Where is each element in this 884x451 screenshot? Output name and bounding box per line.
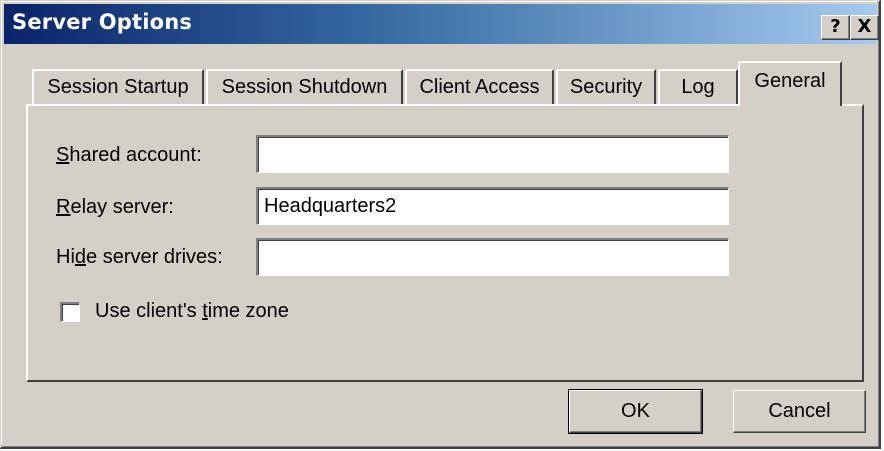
tab-log[interactable]: Log <box>658 69 738 105</box>
label-text: Hi <box>56 246 75 268</box>
ok-button[interactable]: OK <box>568 389 703 434</box>
relay-server-input[interactable]: Headquarters2 <box>256 187 729 225</box>
mnemonic: S <box>56 144 70 166</box>
help-button[interactable]: ? <box>821 15 850 40</box>
use-client-time-zone-checkbox[interactable] <box>60 302 80 322</box>
tab-label: General <box>754 70 826 92</box>
tab-label: Security <box>569 76 643 98</box>
hide-server-drives-label: Hide server drives: <box>56 246 223 269</box>
tab-security[interactable]: Security <box>556 69 656 105</box>
tab-label: Session Startup <box>47 76 189 98</box>
shared-account-input[interactable] <box>256 135 729 173</box>
dialog-window: Server Options ? X Session Startup Sessi… <box>0 0 881 449</box>
relay-server-label: Relay server: <box>56 196 174 219</box>
window-title: Server Options <box>12 10 193 34</box>
label-text: Use client's <box>95 300 203 322</box>
shared-account-label: Shared account: <box>56 144 202 167</box>
tab-label: Log <box>681 76 715 98</box>
label-text: ime zone <box>207 300 289 322</box>
cancel-button[interactable]: Cancel <box>733 390 866 433</box>
tab-label: Client Access <box>419 76 540 98</box>
tab-label: Session Shutdown <box>221 76 388 98</box>
label-text: e server drives: <box>86 246 223 268</box>
tab-session-shutdown[interactable]: Session Shutdown <box>206 69 403 105</box>
title-bar[interactable]: Server Options ? X <box>4 4 879 44</box>
label-text: hared account: <box>69 144 202 166</box>
mnemonic: R <box>56 196 71 218</box>
mnemonic: d <box>74 246 87 268</box>
tab-client-access[interactable]: Client Access <box>405 69 554 105</box>
tab-general[interactable]: General <box>738 61 842 106</box>
tab-session-startup[interactable]: Session Startup <box>32 69 204 105</box>
close-button[interactable]: X <box>850 15 879 40</box>
label-text: elay server: <box>70 196 174 218</box>
use-client-time-zone-label[interactable]: Use client's time zone <box>95 300 289 323</box>
hide-server-drives-input[interactable] <box>256 238 729 276</box>
